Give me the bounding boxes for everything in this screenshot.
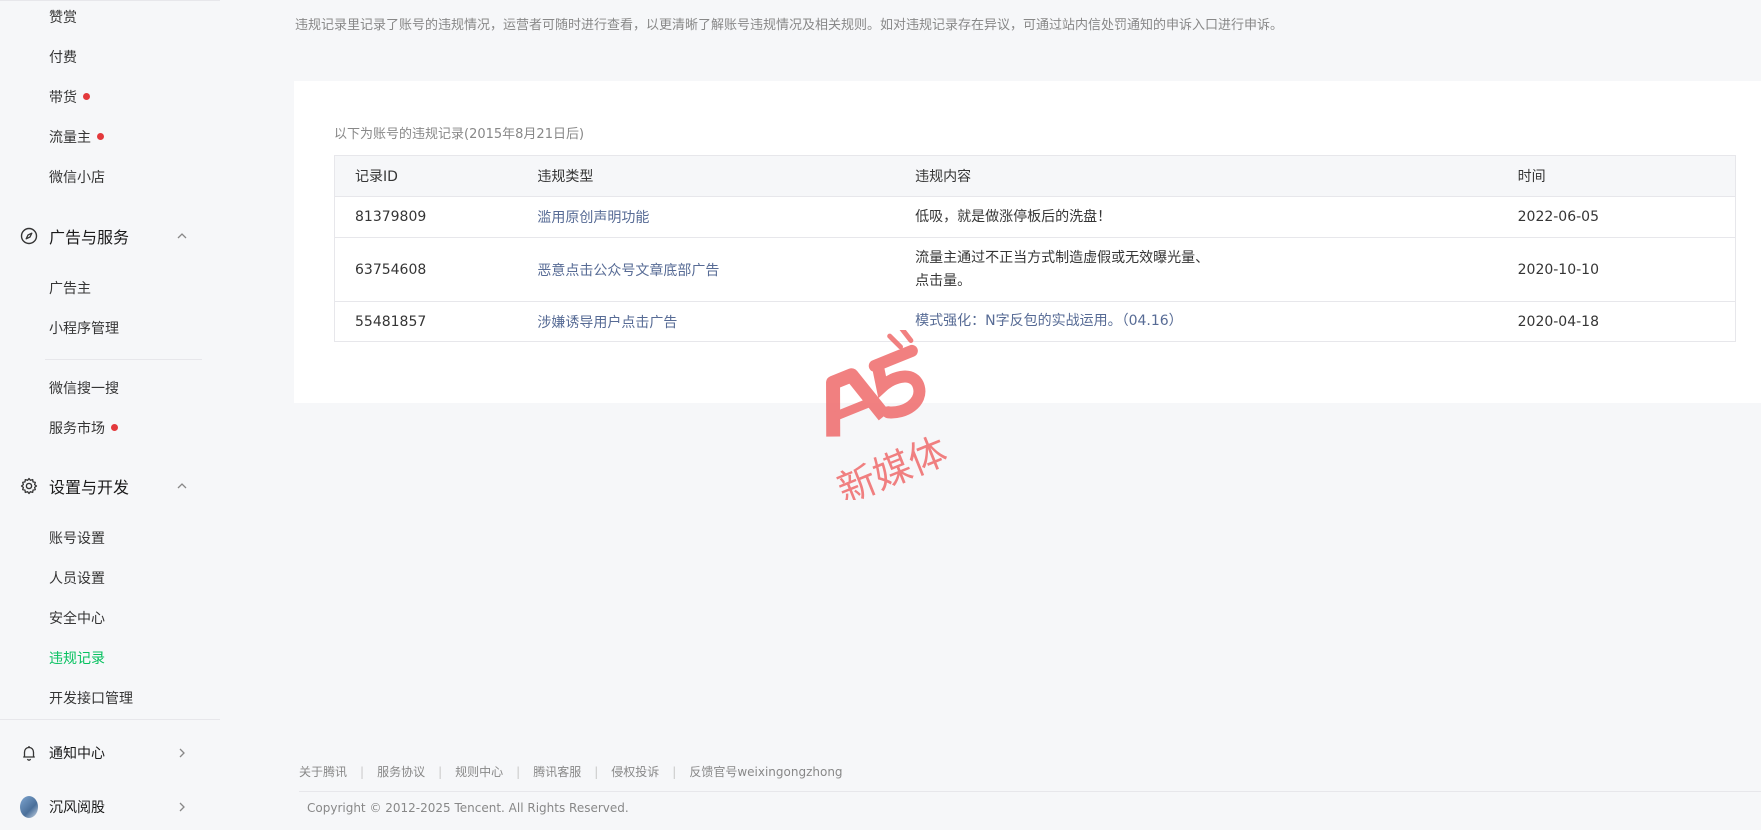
footer-separator: | — [360, 764, 365, 779]
account-name: 沉风阅股 — [49, 800, 105, 816]
sidebar: 赞赏 付费 带货 流量主 微信小店 广告与服务 广告主 小程序管理 微信搜一搜 … — [0, 0, 220, 830]
sidebar-item-commerce[interactable]: 带货 — [49, 88, 90, 108]
table-row: 55481857 涉嫌诱导用户点击广告 模式强化：N字反包的实战运用。（04.1… — [334, 301, 1736, 342]
table-row: 81379809 滥用原创声明功能 低吸，就是做涨停板后的洗盘！ 2022-06… — [334, 196, 1736, 238]
sidebar-item-label: 小程序管理 — [49, 321, 119, 337]
table-row: 63754608 恶意点击公众号文章底部广告 流量主通过不正当方式制造虚假或无效… — [334, 237, 1736, 302]
sidebar-item-service-market[interactable]: 服务市场 — [49, 419, 118, 439]
sidebar-divider — [45, 359, 202, 360]
sidebar-item-label: 账号设置 — [49, 531, 105, 547]
sidebar-item-violation-records[interactable]: 违规记录 — [49, 649, 105, 669]
column-header-id: 记录ID — [334, 155, 518, 197]
record-time: 2020-04-18 — [1497, 301, 1736, 342]
records-card: 以下为账号的违规记录(2015年8月21日后) 记录ID 违规类型 违规内容 时… — [294, 81, 1761, 403]
sidebar-divider — [0, 719, 220, 720]
footer-link-feedback[interactable]: 反馈官号weixingongzhong — [689, 763, 842, 780]
chevron-right-icon — [174, 745, 190, 761]
sidebar-item-traffic-owner[interactable]: 流量主 — [49, 128, 104, 148]
watermark-text: 新媒体 — [831, 429, 953, 500]
table-header-row: 记录ID 违规类型 违规内容 时间 — [334, 155, 1736, 197]
footer-link-about[interactable]: 关于腾讯 — [299, 763, 347, 780]
footer-link-rules[interactable]: 规则中心 — [455, 763, 503, 780]
sidebar-item-advertiser[interactable]: 广告主 — [49, 279, 91, 299]
sidebar-item-label: 微信搜一搜 — [49, 381, 119, 397]
violation-content-link[interactable]: 模式强化：N字反包的实战运用。（04.16） — [915, 313, 1183, 329]
compass-icon — [20, 227, 38, 245]
sidebar-group-settings-dev[interactable]: 设置与开发 — [20, 474, 190, 498]
sidebar-group-label: 设置与开发 — [49, 478, 130, 497]
sidebar-account-menu[interactable]: 沉风阅股 — [20, 795, 190, 819]
footer-divider — [299, 791, 1761, 792]
footer-separator: | — [672, 764, 677, 779]
sidebar-top-divider — [0, 0, 220, 1]
sidebar-item-label: 赞赏 — [49, 10, 77, 26]
notification-dot — [111, 424, 118, 431]
sidebar-item-appreciation[interactable]: 赞赏 — [49, 8, 77, 28]
avatar — [20, 796, 38, 818]
column-header-time: 时间 — [1497, 155, 1736, 197]
sidebar-item-label: 开发接口管理 — [49, 691, 133, 707]
record-time: 2020-10-10 — [1497, 237, 1736, 302]
sidebar-item-wechat-store[interactable]: 微信小店 — [49, 168, 105, 188]
chevron-up-icon — [174, 228, 190, 244]
sidebar-item-label: 带货 — [49, 90, 77, 106]
violation-records-table: 记录ID 违规类型 违规内容 时间 81379809 滥用原创声明功能 低吸，就… — [334, 155, 1736, 342]
record-id: 55481857 — [334, 301, 518, 342]
chevron-up-icon — [174, 478, 190, 494]
sidebar-item-label: 服务市场 — [49, 421, 105, 437]
sidebar-item-account-settings[interactable]: 账号设置 — [49, 529, 105, 549]
sidebar-item-security-center[interactable]: 安全中心 — [49, 609, 105, 629]
violation-type-link[interactable]: 恶意点击公众号文章底部广告 — [537, 263, 719, 279]
record-time: 2022-06-05 — [1497, 196, 1736, 238]
sidebar-item-notifications[interactable]: 通知中心 — [20, 741, 190, 765]
bell-icon — [20, 744, 38, 762]
violation-type-link[interactable]: 滥用原创声明功能 — [537, 210, 649, 226]
sidebar-item-wechat-search[interactable]: 微信搜一搜 — [49, 379, 119, 399]
footer-link-infringement[interactable]: 侵权投诉 — [611, 763, 659, 780]
sidebar-item-label: 付费 — [49, 50, 77, 66]
gear-icon — [20, 477, 38, 495]
sidebar-item-label: 微信小店 — [49, 170, 105, 186]
footer-link-support[interactable]: 腾讯客服 — [533, 763, 581, 780]
record-id: 63754608 — [334, 237, 518, 302]
sidebar-group-label: 广告与服务 — [49, 228, 130, 247]
copyright: Copyright © 2012-2025 Tencent. All Right… — [307, 801, 629, 815]
violation-content: 流量主通过不正当方式制造虚假或无效曝光量、 — [915, 249, 1210, 266]
sidebar-item-member-settings[interactable]: 人员设置 — [49, 569, 105, 589]
sidebar-item-label: 通知中心 — [49, 746, 105, 762]
sidebar-item-paid[interactable]: 付费 — [49, 48, 77, 68]
footer-link-agreement[interactable]: 服务协议 — [377, 763, 425, 780]
sidebar-item-label: 流量主 — [49, 130, 91, 146]
footer-separator: | — [516, 764, 521, 779]
column-header-type: 违规类型 — [517, 155, 896, 197]
chevron-right-icon — [174, 799, 190, 815]
sidebar-group-ads-services[interactable]: 广告与服务 — [20, 224, 190, 248]
violation-content: 低吸，就是做涨停板后的洗盘！ — [915, 208, 1112, 225]
sidebar-item-label: 违规记录 — [49, 651, 105, 667]
footer-separator: | — [594, 764, 599, 779]
footer-separator: | — [438, 764, 443, 779]
violation-content: 点击量。 — [915, 272, 972, 289]
violation-type-link[interactable]: 涉嫌诱导用户点击广告 — [537, 315, 677, 331]
sidebar-item-mini-program[interactable]: 小程序管理 — [49, 319, 119, 339]
sidebar-item-label: 人员设置 — [49, 571, 105, 587]
page-notice: 违规记录里记录了账号的违规情况，运营者可随时进行查看，以更清晰了解账号违规情况及… — [295, 18, 1284, 33]
footer-links: 关于腾讯 | 服务协议 | 规则中心 | 腾讯客服 | 侵权投诉 | 反馈官号w… — [299, 763, 843, 780]
notification-dot — [97, 133, 104, 140]
record-id: 81379809 — [334, 196, 518, 238]
column-header-content: 违规内容 — [895, 155, 1498, 197]
sidebar-item-label: 广告主 — [49, 281, 91, 297]
sidebar-item-label: 安全中心 — [49, 611, 105, 627]
records-caption: 以下为账号的违规记录(2015年8月21日后) — [334, 127, 585, 142]
sidebar-item-dev-api[interactable]: 开发接口管理 — [49, 689, 133, 709]
notification-dot — [83, 93, 90, 100]
